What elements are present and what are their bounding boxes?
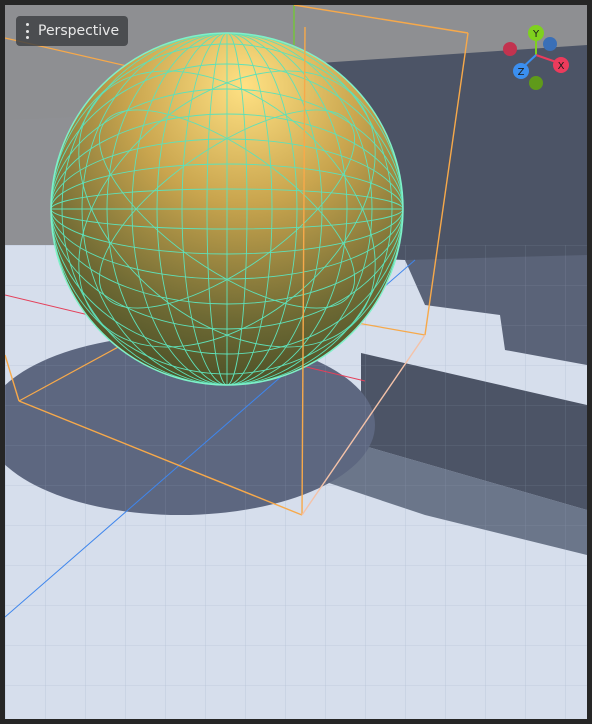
svg-text:Z: Z: [518, 67, 525, 78]
gizmo-neg-y-handle: [529, 76, 543, 90]
gizmo-neg-x-handle: [503, 42, 517, 56]
gizmo-neg-z-handle: [543, 37, 557, 51]
svg-text:Y: Y: [532, 29, 540, 40]
gizmo-x-handle: X: [553, 57, 569, 73]
perspective-label: Perspective: [38, 23, 120, 39]
gizmo-z-handle: Z: [513, 63, 529, 79]
gizmo-y-handle: Y: [528, 25, 544, 41]
view-orientation-gizmo[interactable]: Y Z X: [501, 25, 577, 95]
3d-viewport[interactable]: Perspective Y Z X: [5, 5, 587, 719]
kebab-menu-icon: [22, 23, 32, 39]
svg-text:X: X: [558, 61, 565, 72]
perspective-view-menu[interactable]: Perspective: [16, 16, 129, 46]
viewport-frame: Perspective Y Z X: [0, 0, 592, 724]
scene-canvas[interactable]: [5, 5, 587, 719]
